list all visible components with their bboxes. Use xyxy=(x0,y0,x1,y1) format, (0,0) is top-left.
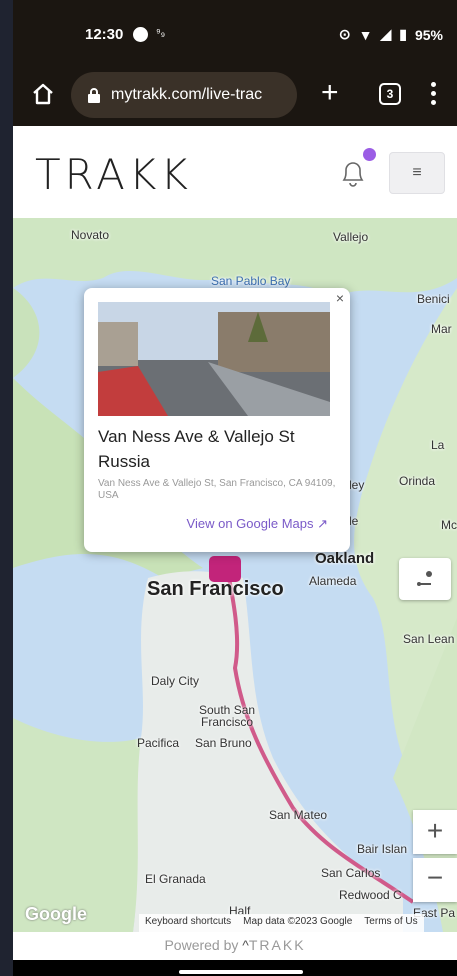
map-label-pacifica: Pacifica xyxy=(137,736,180,750)
status-right: ⊙ ▼ ◢ ▮ 95% xyxy=(339,26,443,43)
url-text: mytrakk.com/live-trac xyxy=(111,86,263,103)
zoom-in-button[interactable]: + xyxy=(413,810,457,854)
map-label-redwood-city: Redwood C xyxy=(339,888,402,902)
location-icon: ⊙ xyxy=(338,26,351,42)
terms-link[interactable]: Terms of Us xyxy=(364,916,417,930)
wifi-icon: ▼ xyxy=(358,26,373,43)
map-label-orinda: Orinda xyxy=(399,474,436,488)
home-icon[interactable] xyxy=(31,82,55,106)
lock-icon xyxy=(88,88,100,103)
new-tab-button[interactable]: + xyxy=(321,78,339,108)
popup-address: Van Ness Ave & Vallejo St, San Francisco… xyxy=(98,478,336,501)
device-frame: 12:30 ⁹₉ ⊙ ▼ ◢ ▮ 95% mytrakk.com/live-tr… xyxy=(0,0,457,976)
map-label-san-carlos: San Carlos xyxy=(321,866,381,880)
map-label-san-bruno: San Bruno xyxy=(195,736,252,750)
map-label-martinez: Mar xyxy=(431,322,452,336)
map-label-south-sf: South San Francisco xyxy=(199,703,256,729)
map-label-san-mateo: San Mateo xyxy=(269,808,328,822)
battery-icon: ▮ xyxy=(399,26,407,42)
footer-brand: TRAKK xyxy=(248,937,306,953)
browser-menu-icon[interactable] xyxy=(431,82,437,106)
hamburger-menu-button[interactable]: ≡ xyxy=(389,152,445,194)
powered-by-footer: Powered by ^TRAKK xyxy=(13,932,457,960)
bell-icon[interactable] xyxy=(339,158,367,188)
map-label-oakland: Oakland xyxy=(315,550,375,567)
map-label-benicia: Benici xyxy=(417,292,450,306)
phone-screen: 12:30 ⁹₉ ⊙ ▼ ◢ ▮ 95% mytrakk.com/live-tr… xyxy=(13,0,457,976)
url-bar[interactable]: mytrakk.com/live-trac xyxy=(71,72,297,118)
location-info-popup: × Van Ness Ave & Vallejo St Russia Van N… xyxy=(84,288,350,552)
route-icon xyxy=(417,571,432,586)
status-small-icons: ⁹₉ xyxy=(156,27,166,39)
trakk-logo[interactable]: TRAKK xyxy=(35,150,192,199)
vehicle-marker-icon[interactable] xyxy=(209,556,241,582)
notification-badge xyxy=(363,148,376,161)
browser-toolbar: mytrakk.com/live-trac + 3 xyxy=(13,64,457,126)
site-header: TRAKK ≡ xyxy=(13,126,457,218)
status-bar: 12:30 ⁹₉ ⊙ ▼ ◢ ▮ 95% xyxy=(13,0,457,64)
map-label-bair-island: Bair Islan xyxy=(357,842,408,856)
map-label-berkeley: ley xyxy=(349,478,365,492)
trakk-chevron-icon: ^ xyxy=(242,937,249,953)
keyboard-shortcuts-link[interactable]: Keyboard shortcuts xyxy=(145,916,231,930)
zoom-out-button[interactable]: − xyxy=(413,858,457,902)
map-data-text: Map data ©2023 Google xyxy=(243,916,353,927)
view-on-google-maps-link[interactable]: View on Google Maps ↗ xyxy=(187,516,328,532)
powered-by-text: Powered by xyxy=(164,937,243,953)
map-label-le: le xyxy=(349,514,359,528)
map-label-vallejo: Vallejo xyxy=(333,230,369,244)
map-label-mo: Mc xyxy=(441,518,457,532)
signal-icon: ◢ xyxy=(380,26,392,42)
notification-dot-icon xyxy=(133,27,148,42)
status-time: 12:30 xyxy=(85,26,124,43)
map-label-san-pablo-bay: San Pablo Bay xyxy=(211,274,291,288)
google-logo: Google xyxy=(25,904,87,924)
map-label-novato: Novato xyxy=(71,228,110,242)
map-label-san-leandro: San Lean xyxy=(403,632,455,646)
map-label-la: La xyxy=(431,438,445,452)
close-icon[interactable]: × xyxy=(336,290,344,306)
gesture-handle[interactable] xyxy=(179,970,303,974)
street-view-image xyxy=(98,302,330,416)
map-view[interactable]: Novato Vallejo San Pablo Bay Benici Mar … xyxy=(13,218,457,932)
map-label-daly-city: Daly City xyxy=(151,674,200,688)
tab-switcher-button[interactable]: 3 xyxy=(379,83,401,105)
popup-title: Van Ness Ave & Vallejo St Russia xyxy=(98,427,295,471)
battery-percent: 95% xyxy=(414,26,443,43)
map-label-alameda: Alameda xyxy=(309,574,357,588)
system-nav-bar xyxy=(13,960,457,976)
map-attribution: Keyboard shortcuts Map data ©2023 Google… xyxy=(139,914,424,932)
route-toggle-button[interactable] xyxy=(399,558,451,600)
map-label-el-granada: El Granada xyxy=(145,872,206,886)
